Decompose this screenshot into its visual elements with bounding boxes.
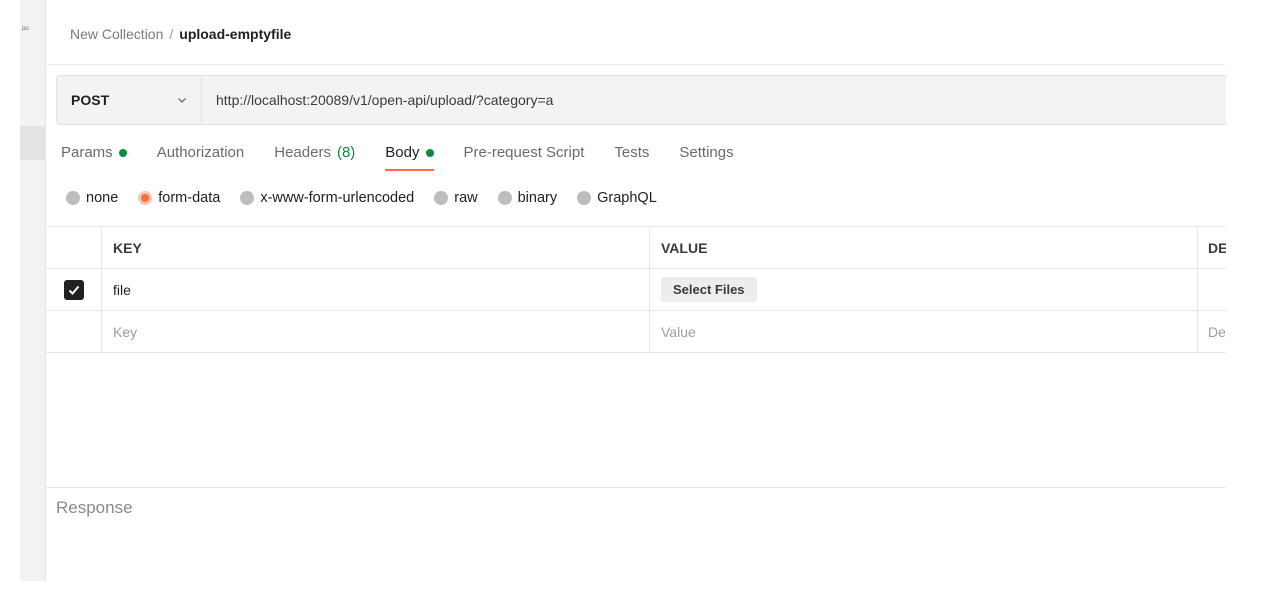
response-title: Response [56,498,133,517]
bottom-margin [0,581,1280,596]
tab-body[interactable]: Body [385,144,434,171]
breadcrumb-request-name[interactable]: upload-emptyfile [179,26,291,42]
radio-graphql[interactable] [577,191,592,205]
radio-raw[interactable] [434,191,449,205]
tab-body-label: Body [385,144,420,161]
column-header-key: KEY [102,227,650,268]
tab-tests-label: Tests [614,144,650,161]
body-type-form-data[interactable]: form-data [138,190,220,206]
new-value-input[interactable]: Value [650,311,1198,352]
tab-params-label: Params [61,144,113,161]
tab-pre-request-label: Pre-request Script [463,144,585,161]
header-divider [46,64,1226,65]
column-header-value: VALUE [650,227,1198,268]
radio-urlencoded[interactable] [240,191,255,205]
breadcrumb-collection[interactable]: New Collection [70,26,163,42]
method-label: POST [71,92,110,108]
body-type-raw[interactable]: raw [434,190,478,206]
row-description-input[interactable] [1198,269,1226,310]
headers-count: (8) [336,144,356,161]
radio-none[interactable] [66,191,80,205]
tab-settings-label: Settings [679,144,734,161]
new-key-input[interactable]: Key [102,311,650,352]
row-key-input[interactable]: file [102,269,650,310]
table-header-row: KEY VALUE DE [46,226,1226,268]
radio-binary[interactable] [497,191,512,205]
tab-params[interactable]: Params [61,144,127,171]
header-check-cell [46,227,102,268]
body-type-none[interactable]: none [66,190,118,206]
form-data-table: KEY VALUE DE file Select Files Key Value [46,226,1226,353]
new-row-check-cell [46,311,102,352]
table-row: file Select Files [46,268,1226,310]
chevron-down-icon [178,98,186,103]
tab-pre-request-script[interactable]: Pre-request Script [464,144,585,171]
select-files-button[interactable]: Select Files [661,277,757,302]
params-indicator-dot [118,148,127,157]
right-margin [1226,0,1280,596]
method-select[interactable]: POST [57,76,202,124]
url-bar: POST http://localhost:20089/v1/open-api/… [56,75,1226,125]
response-divider[interactable] [46,487,1226,488]
table-row-new: Key Value De [46,310,1226,353]
url-input[interactable]: http://localhost:20089/v1/open-api/uploa… [202,76,1226,124]
breadcrumb: New Collection / upload-emptyfile [70,26,291,42]
body-type-urlencoded-label: x-www-form-urlencoded [260,190,415,206]
body-indicator-dot [425,148,434,157]
row-check-cell [46,269,102,310]
row-enabled-checkbox[interactable] [63,279,84,300]
body-type-none-label: none [86,190,119,206]
breadcrumb-separator: / [169,26,174,42]
tab-headers-label: Headers [274,144,331,161]
tab-settings[interactable]: Settings [679,144,733,171]
radio-form-data[interactable] [138,191,153,205]
sidebar-truncated-text: ᵖᵒ [22,24,29,34]
tab-headers[interactable]: Headers (8) [274,144,355,171]
request-editor: New Collection / upload-emptyfile POST h… [46,0,1226,581]
column-header-description: DE [1208,239,1226,256]
check-icon [68,285,79,295]
body-type-urlencoded[interactable]: x-www-form-urlencoded [240,190,414,206]
sidebar-active-item[interactable] [20,126,45,160]
tab-tests[interactable]: Tests [614,144,649,171]
request-tabs: Params Authorization Headers (8) Body Pr… [61,144,734,171]
row-value-cell: Select Files [650,269,1198,310]
body-type-graphql[interactable]: GraphQL [577,190,657,206]
sidebar-strip [20,0,46,581]
body-type-binary-label: binary [517,190,558,206]
body-type-raw-label: raw [454,190,478,206]
tab-authorization[interactable]: Authorization [157,144,245,171]
body-type-binary[interactable]: binary [497,190,558,206]
body-type-form-data-label: form-data [158,190,221,206]
body-type-graphql-label: GraphQL [597,190,657,206]
new-description-input[interactable]: De [1198,311,1226,352]
tab-authorization-label: Authorization [156,144,245,161]
body-type-options: none form-data x-www-form-urlencoded raw… [66,190,657,206]
